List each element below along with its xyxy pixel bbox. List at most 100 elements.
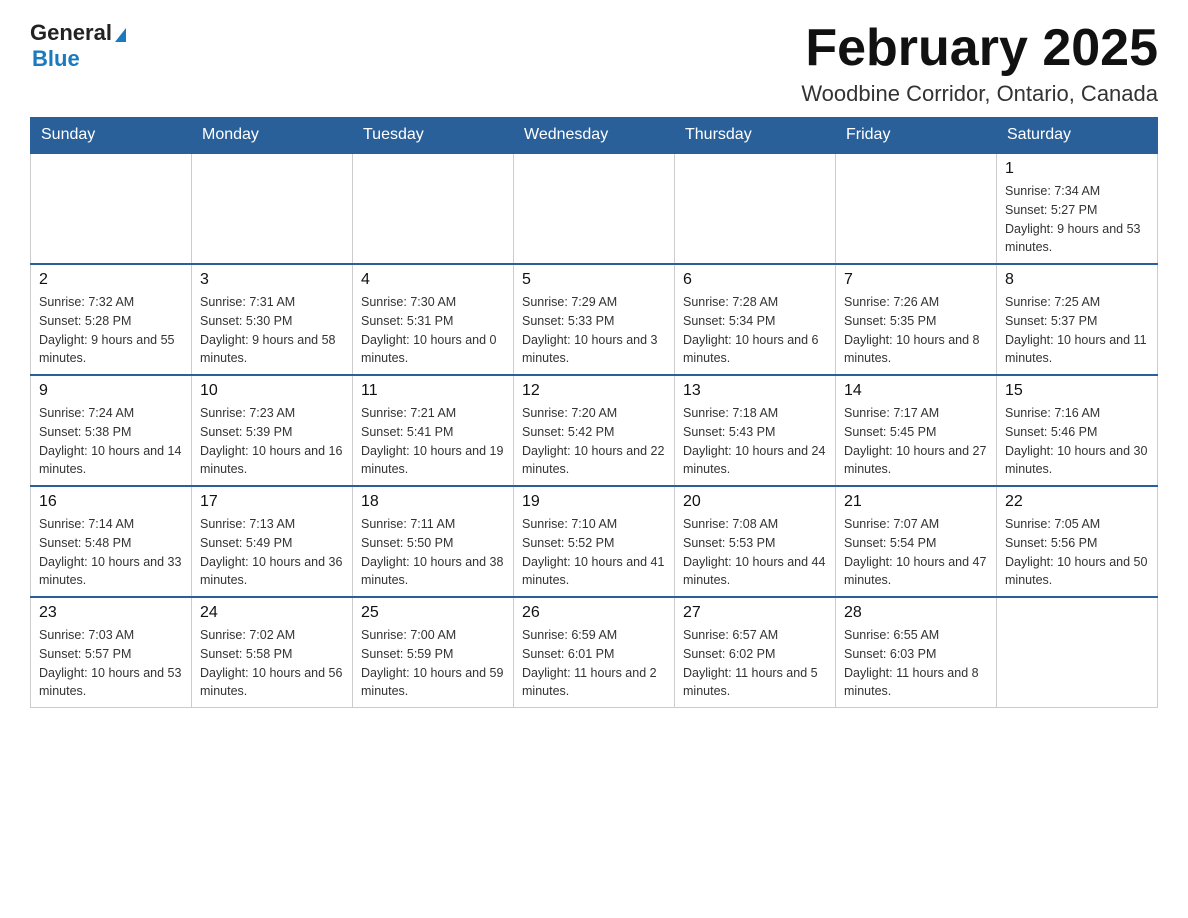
calendar-week-row: 23 Sunrise: 7:03 AM Sunset: 5:57 PM Dayli… xyxy=(31,597,1158,708)
month-title: February 2025 xyxy=(801,20,1158,77)
day-number: 15 xyxy=(1005,382,1149,400)
calendar-cell xyxy=(353,153,514,264)
calendar-cell xyxy=(997,597,1158,708)
day-number: 17 xyxy=(200,493,344,511)
day-number: 5 xyxy=(522,271,666,289)
calendar-cell xyxy=(836,153,997,264)
calendar-cell: 22 Sunrise: 7:05 AM Sunset: 5:56 PM Dayli… xyxy=(997,486,1158,597)
calendar-cell: 11 Sunrise: 7:21 AM Sunset: 5:41 PM Dayli… xyxy=(353,375,514,486)
location-title: Woodbine Corridor, Ontario, Canada xyxy=(801,81,1158,107)
calendar-cell: 26 Sunrise: 6:59 AM Sunset: 6:01 PM Dayli… xyxy=(514,597,675,708)
weekday-header-monday: Monday xyxy=(192,118,353,154)
weekday-header-wednesday: Wednesday xyxy=(514,118,675,154)
day-info: Sunrise: 6:55 AM Sunset: 6:03 PM Dayligh… xyxy=(844,626,988,701)
day-number: 4 xyxy=(361,271,505,289)
calendar-cell: 2 Sunrise: 7:32 AM Sunset: 5:28 PM Daylig… xyxy=(31,264,192,375)
day-number: 25 xyxy=(361,604,505,622)
day-info: Sunrise: 6:57 AM Sunset: 6:02 PM Dayligh… xyxy=(683,626,827,701)
day-info: Sunrise: 7:21 AM Sunset: 5:41 PM Dayligh… xyxy=(361,404,505,479)
day-number: 1 xyxy=(1005,160,1149,178)
logo-blue-text: Blue xyxy=(32,46,80,72)
day-info: Sunrise: 7:20 AM Sunset: 5:42 PM Dayligh… xyxy=(522,404,666,479)
day-info: Sunrise: 7:32 AM Sunset: 5:28 PM Dayligh… xyxy=(39,293,183,368)
day-info: Sunrise: 7:14 AM Sunset: 5:48 PM Dayligh… xyxy=(39,515,183,590)
day-info: Sunrise: 7:18 AM Sunset: 5:43 PM Dayligh… xyxy=(683,404,827,479)
day-number: 21 xyxy=(844,493,988,511)
calendar-cell: 18 Sunrise: 7:11 AM Sunset: 5:50 PM Dayli… xyxy=(353,486,514,597)
day-number: 22 xyxy=(1005,493,1149,511)
weekday-header-friday: Friday xyxy=(836,118,997,154)
calendar-table: SundayMondayTuesdayWednesdayThursdayFrid… xyxy=(30,117,1158,708)
day-info: Sunrise: 7:34 AM Sunset: 5:27 PM Dayligh… xyxy=(1005,182,1149,257)
calendar-header-row: SundayMondayTuesdayWednesdayThursdayFrid… xyxy=(31,118,1158,154)
day-number: 8 xyxy=(1005,271,1149,289)
calendar-cell: 13 Sunrise: 7:18 AM Sunset: 5:43 PM Dayli… xyxy=(675,375,836,486)
calendar-cell: 4 Sunrise: 7:30 AM Sunset: 5:31 PM Daylig… xyxy=(353,264,514,375)
day-number: 7 xyxy=(844,271,988,289)
calendar-week-row: 16Sunrise: 7:14 AM Sunset: 5:48 PM Dayli… xyxy=(31,486,1158,597)
calendar-week-row: 2 Sunrise: 7:32 AM Sunset: 5:28 PM Daylig… xyxy=(31,264,1158,375)
day-info: Sunrise: 6:59 AM Sunset: 6:01 PM Dayligh… xyxy=(522,626,666,701)
day-number: 24 xyxy=(200,604,344,622)
day-info: Sunrise: 7:05 AM Sunset: 5:56 PM Dayligh… xyxy=(1005,515,1149,590)
calendar-cell: 28 Sunrise: 6:55 AM Sunset: 6:03 PM Dayli… xyxy=(836,597,997,708)
calendar-cell: 3Sunrise: 7:31 AM Sunset: 5:30 PM Daylig… xyxy=(192,264,353,375)
day-info: Sunrise: 7:30 AM Sunset: 5:31 PM Dayligh… xyxy=(361,293,505,368)
day-info: Sunrise: 7:28 AM Sunset: 5:34 PM Dayligh… xyxy=(683,293,827,368)
logo-arrow-icon xyxy=(115,28,126,42)
day-number: 6 xyxy=(683,271,827,289)
day-number: 23 xyxy=(39,604,183,622)
calendar-cell xyxy=(675,153,836,264)
day-number: 11 xyxy=(361,382,505,400)
day-number: 12 xyxy=(522,382,666,400)
day-info: Sunrise: 7:00 AM Sunset: 5:59 PM Dayligh… xyxy=(361,626,505,701)
calendar-cell: 21Sunrise: 7:07 AM Sunset: 5:54 PM Dayli… xyxy=(836,486,997,597)
day-number: 28 xyxy=(844,604,988,622)
day-info: Sunrise: 7:24 AM Sunset: 5:38 PM Dayligh… xyxy=(39,404,183,479)
day-info: Sunrise: 7:08 AM Sunset: 5:53 PM Dayligh… xyxy=(683,515,827,590)
day-info: Sunrise: 7:17 AM Sunset: 5:45 PM Dayligh… xyxy=(844,404,988,479)
logo-general-text: General xyxy=(30,20,112,46)
calendar-cell: 14 Sunrise: 7:17 AM Sunset: 5:45 PM Dayli… xyxy=(836,375,997,486)
day-info: Sunrise: 7:16 AM Sunset: 5:46 PM Dayligh… xyxy=(1005,404,1149,479)
day-info: Sunrise: 7:02 AM Sunset: 5:58 PM Dayligh… xyxy=(200,626,344,701)
day-number: 18 xyxy=(361,493,505,511)
day-number: 9 xyxy=(39,382,183,400)
day-info: Sunrise: 7:11 AM Sunset: 5:50 PM Dayligh… xyxy=(361,515,505,590)
weekday-header-thursday: Thursday xyxy=(675,118,836,154)
calendar-cell: 16Sunrise: 7:14 AM Sunset: 5:48 PM Dayli… xyxy=(31,486,192,597)
day-number: 19 xyxy=(522,493,666,511)
day-number: 10 xyxy=(200,382,344,400)
calendar-cell xyxy=(192,153,353,264)
calendar-cell: 12 Sunrise: 7:20 AM Sunset: 5:42 PM Dayli… xyxy=(514,375,675,486)
calendar-cell: 6 Sunrise: 7:28 AM Sunset: 5:34 PM Daylig… xyxy=(675,264,836,375)
day-number: 2 xyxy=(39,271,183,289)
calendar-cell: 5Sunrise: 7:29 AM Sunset: 5:33 PM Daylig… xyxy=(514,264,675,375)
page-header: General Blue February 2025 Woodbine Corr… xyxy=(30,20,1158,107)
day-info: Sunrise: 7:25 AM Sunset: 5:37 PM Dayligh… xyxy=(1005,293,1149,368)
day-info: Sunrise: 7:26 AM Sunset: 5:35 PM Dayligh… xyxy=(844,293,988,368)
day-number: 14 xyxy=(844,382,988,400)
logo: General Blue xyxy=(30,20,126,72)
calendar-cell: 20 Sunrise: 7:08 AM Sunset: 5:53 PM Dayli… xyxy=(675,486,836,597)
day-number: 3 xyxy=(200,271,344,289)
calendar-cell: 23 Sunrise: 7:03 AM Sunset: 5:57 PM Dayli… xyxy=(31,597,192,708)
day-number: 13 xyxy=(683,382,827,400)
calendar-week-row: 1 Sunrise: 7:34 AM Sunset: 5:27 PM Daylig… xyxy=(31,153,1158,264)
calendar-cell: 1 Sunrise: 7:34 AM Sunset: 5:27 PM Daylig… xyxy=(997,153,1158,264)
day-info: Sunrise: 7:23 AM Sunset: 5:39 PM Dayligh… xyxy=(200,404,344,479)
day-info: Sunrise: 7:10 AM Sunset: 5:52 PM Dayligh… xyxy=(522,515,666,590)
day-info: Sunrise: 7:03 AM Sunset: 5:57 PM Dayligh… xyxy=(39,626,183,701)
calendar-cell: 17 Sunrise: 7:13 AM Sunset: 5:49 PM Dayli… xyxy=(192,486,353,597)
day-number: 26 xyxy=(522,604,666,622)
day-number: 20 xyxy=(683,493,827,511)
title-block: February 2025 Woodbine Corridor, Ontario… xyxy=(801,20,1158,107)
day-info: Sunrise: 7:13 AM Sunset: 5:49 PM Dayligh… xyxy=(200,515,344,590)
calendar-cell: 25 Sunrise: 7:00 AM Sunset: 5:59 PM Dayli… xyxy=(353,597,514,708)
calendar-cell: 24 Sunrise: 7:02 AM Sunset: 5:58 PM Dayli… xyxy=(192,597,353,708)
calendar-cell: 7 Sunrise: 7:26 AM Sunset: 5:35 PM Daylig… xyxy=(836,264,997,375)
calendar-cell: 9 Sunrise: 7:24 AM Sunset: 5:38 PM Daylig… xyxy=(31,375,192,486)
calendar-cell: 19 Sunrise: 7:10 AM Sunset: 5:52 PM Dayli… xyxy=(514,486,675,597)
calendar-week-row: 9 Sunrise: 7:24 AM Sunset: 5:38 PM Daylig… xyxy=(31,375,1158,486)
weekday-header-saturday: Saturday xyxy=(997,118,1158,154)
